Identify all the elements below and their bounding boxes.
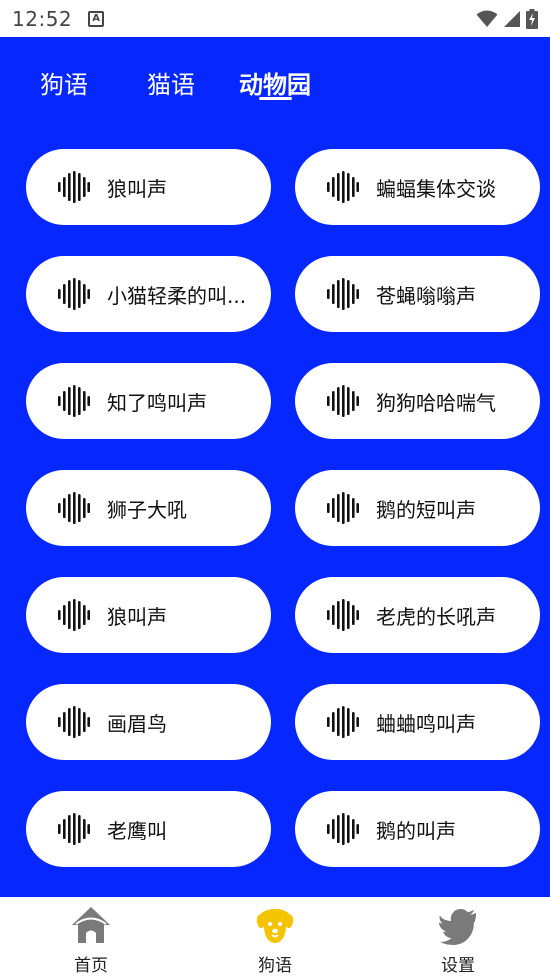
sound-wave-icon <box>58 492 90 524</box>
sound-wave-icon <box>327 278 359 310</box>
active-tab-indicator <box>259 97 292 100</box>
nav-label: 狗语 <box>258 956 292 976</box>
a-box-icon: A <box>88 10 105 27</box>
sound-button[interactable]: 狼叫声 <box>26 577 271 653</box>
sound-label: 蛐蛐鸣叫声 <box>376 711 476 736</box>
tab-dog-language[interactable]: 狗语 <box>40 65 88 100</box>
sound-button[interactable]: 鹅的叫声 <box>295 791 540 867</box>
nav-home[interactable]: 首页 <box>31 897 151 979</box>
sound-wave-icon <box>327 171 359 203</box>
sound-button[interactable]: 小猫轻柔的叫... <box>26 256 271 332</box>
sound-label: 画眉鸟 <box>107 711 167 736</box>
sound-wave-icon <box>327 706 359 738</box>
status-bar: 12:52 A <box>0 0 550 37</box>
bottom-nav: 首页 狗语 设置 <box>0 897 550 979</box>
sound-wave-icon <box>58 385 90 417</box>
tab-bar: 狗语 猫语 动物园 <box>0 37 550 137</box>
sound-wave-icon <box>58 278 90 310</box>
sound-label: 鹅的叫声 <box>376 818 456 843</box>
sound-button[interactable]: 苍蝇嗡嗡声 <box>295 256 540 332</box>
sound-label: 鹅的短叫声 <box>376 497 476 522</box>
cell-signal-icon <box>504 10 520 27</box>
sound-wave-icon <box>327 813 359 845</box>
sound-button[interactable]: 狗狗哈哈喘气 <box>295 363 540 439</box>
sound-label: 狼叫声 <box>107 176 167 201</box>
battery-charging-icon <box>526 8 538 29</box>
sound-button[interactable]: 蛐蛐鸣叫声 <box>295 684 540 760</box>
sound-wave-icon <box>58 171 90 203</box>
sound-button[interactable]: 老虎的长吼声 <box>295 577 540 653</box>
sound-button[interactable]: 狮子大吼 <box>26 470 271 546</box>
nav-label: 设置 <box>441 956 475 976</box>
sound-wave-icon <box>327 385 359 417</box>
sound-label: 狼叫声 <box>107 604 167 629</box>
wifi-icon <box>476 10 498 27</box>
sound-label: 苍蝇嗡嗡声 <box>376 283 476 308</box>
status-time: 12:52 <box>12 6 73 31</box>
sound-label: 狮子大吼 <box>107 497 187 522</box>
sound-label: 狗狗哈哈喘气 <box>376 390 496 415</box>
nav-dog-language[interactable]: 狗语 <box>215 897 335 979</box>
sound-label: 知了鸣叫声 <box>107 390 207 415</box>
sound-label: 蝙蝠集体交谈 <box>376 176 496 201</box>
sound-button[interactable]: 知了鸣叫声 <box>26 363 271 439</box>
sound-label: 老虎的长吼声 <box>376 604 496 629</box>
status-icons <box>476 8 538 29</box>
sound-button[interactable]: 狼叫声 <box>26 149 271 225</box>
sound-wave-icon <box>58 599 90 631</box>
main-content: 狗语 猫语 动物园 狼叫声 蝙蝠集体交谈 小猫轻柔的叫... 苍蝇嗡嗡声 知了鸣… <box>0 37 550 897</box>
tab-zoo[interactable]: 动物园 <box>239 65 311 100</box>
home-icon <box>72 907 110 943</box>
sound-button[interactable]: 老鹰叫 <box>26 791 271 867</box>
sound-wave-icon <box>58 813 90 845</box>
sound-label: 老鹰叫 <box>107 818 167 843</box>
dog-face-icon <box>256 909 294 943</box>
tab-cat-language[interactable]: 猫语 <box>147 65 195 100</box>
sound-wave-icon <box>327 492 359 524</box>
sound-wave-icon <box>58 706 90 738</box>
bird-icon <box>439 909 477 945</box>
sound-button[interactable]: 鹅的短叫声 <box>295 470 540 546</box>
nav-settings[interactable]: 设置 <box>398 897 518 979</box>
sound-wave-icon <box>327 599 359 631</box>
nav-label: 首页 <box>74 956 108 976</box>
sound-label: 小猫轻柔的叫... <box>107 283 247 308</box>
sound-button[interactable]: 画眉鸟 <box>26 684 271 760</box>
sound-button[interactable]: 蝙蝠集体交谈 <box>295 149 540 225</box>
